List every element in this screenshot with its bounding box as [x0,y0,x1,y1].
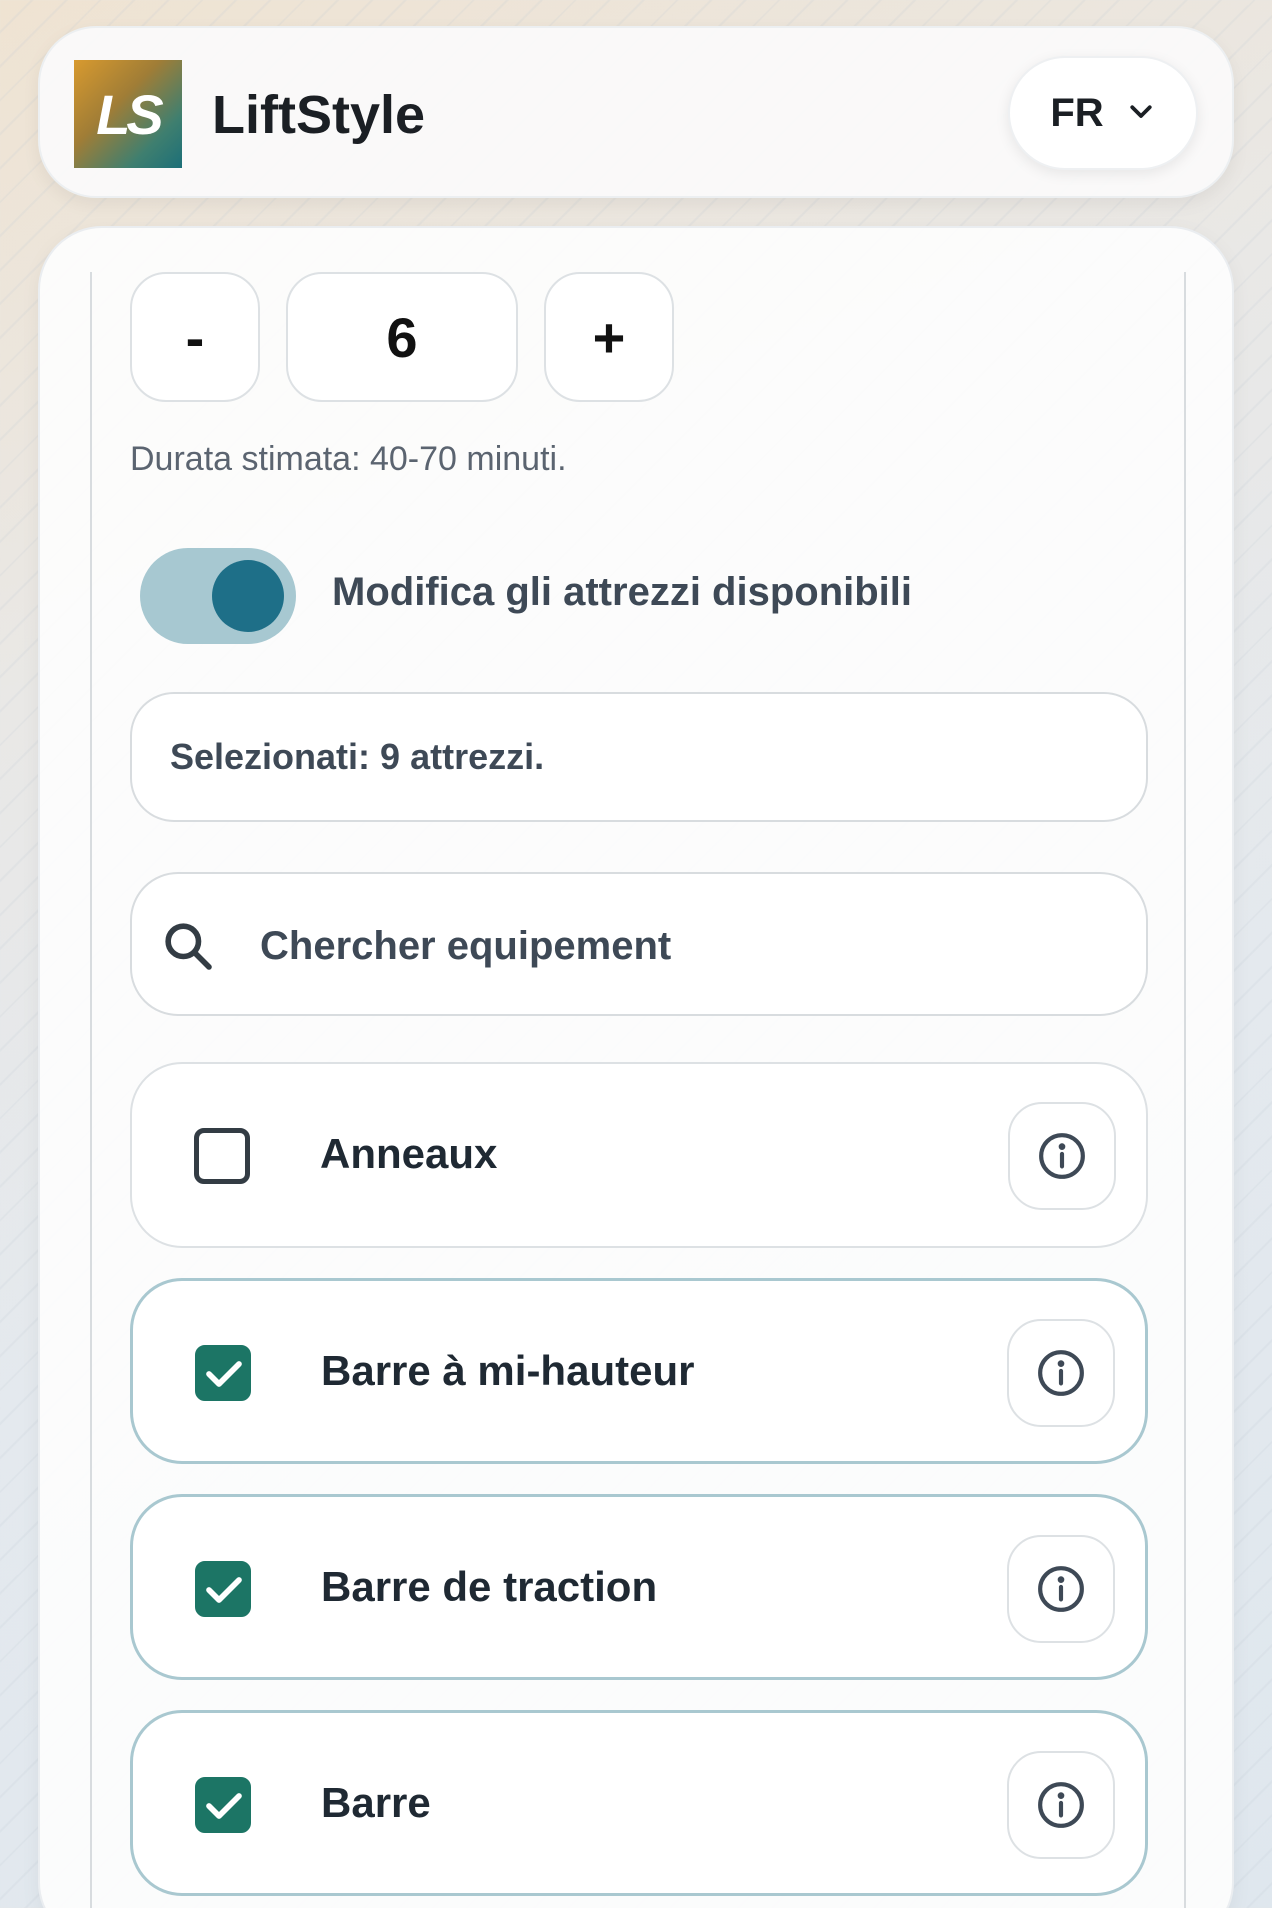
selected-count-text: Selezionati: 9 attrezzi. [170,736,545,777]
info-icon [1039,1133,1085,1179]
equipment-item[interactable]: Barre [130,1710,1148,1896]
app-logo: LS [74,60,182,168]
selected-count: Selezionati: 9 attrezzi. [130,692,1148,822]
equipment-label: Anneaux [320,1130,498,1177]
equipment-item[interactable]: Barre de traction [130,1494,1148,1680]
estimated-duration: Durata stimata: 40-70 minuti. [130,440,567,478]
language-label: FR [1050,90,1104,135]
checkmark-icon [206,1361,242,1387]
equipment-item[interactable]: Anneaux [130,1062,1148,1248]
info-button[interactable] [1007,1751,1115,1859]
checkmark-icon [206,1793,242,1819]
settings-panel: - 6 + Durata stimata: 40-70 minuti. Modi… [90,272,1186,1908]
equipment-label: Barre de traction [321,1563,658,1610]
checkbox[interactable] [194,1128,250,1184]
info-button[interactable] [1007,1535,1115,1643]
workout-settings-card: - 6 + Durata stimata: 40-70 minuti. Modi… [38,226,1234,1908]
toggle-knob [212,560,284,632]
equipment-item[interactable]: Barre à mi-hauteur [130,1278,1148,1464]
checkmark-icon [206,1577,242,1603]
checkbox[interactable] [195,1345,251,1401]
info-button[interactable] [1007,1319,1115,1427]
equipment-label: Barre à mi-hauteur [321,1347,695,1394]
info-icon [1038,1566,1084,1612]
equipment-toggle[interactable] [140,548,296,644]
increment-button[interactable]: + [544,272,674,402]
search-input[interactable] [260,904,1120,988]
language-selector[interactable]: FR [1008,56,1198,170]
checkbox[interactable] [195,1777,251,1833]
decrement-button[interactable]: - [130,272,260,402]
chevron-down-icon [1126,91,1156,136]
checkbox[interactable] [195,1561,251,1617]
info-icon [1038,1350,1084,1396]
equipment-toggle-label: Modifica gli attrezzi disponibili [332,570,913,614]
info-button[interactable] [1008,1102,1116,1210]
stepper-value: 6 [286,272,518,402]
equipment-label: Barre [321,1779,431,1826]
app-header: LS LiftStyle FR [38,26,1234,198]
info-icon [1038,1782,1084,1828]
app-title: LiftStyle [212,85,426,145]
equipment-search[interactable] [130,872,1148,1016]
